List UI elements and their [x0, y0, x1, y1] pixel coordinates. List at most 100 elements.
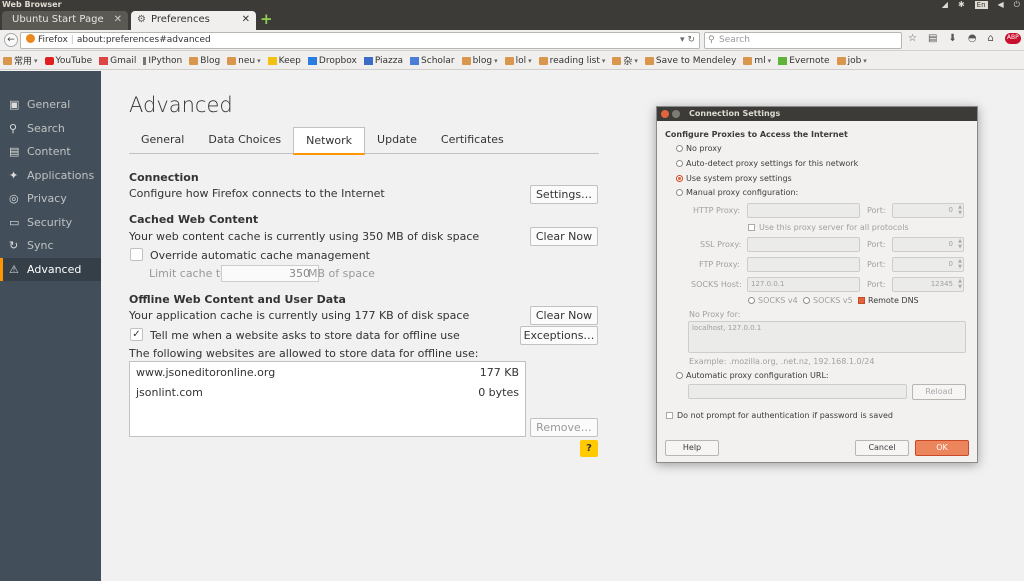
bookmark-label: reading list: [549, 55, 600, 66]
bookmark-item[interactable]: Evernote: [778, 56, 830, 66]
tab-preferences[interactable]: ⚙ Preferences ✕: [131, 11, 256, 30]
bookmark-item[interactable]: ml ▾: [743, 56, 771, 66]
bookmark-item[interactable]: neu ▾: [227, 56, 261, 66]
bookmark-item[interactable]: Scholar: [410, 56, 455, 66]
adblock-icon[interactable]: ABP: [1004, 33, 1021, 44]
override-cache-checkbox[interactable]: [130, 248, 143, 261]
list-item[interactable]: jsonlint.com 0 bytes: [130, 383, 525, 403]
url-bar[interactable]: Firefox | about:preferences#advanced ▾ ↻: [20, 32, 700, 49]
clear-cache-button[interactable]: Clear Now: [530, 227, 598, 246]
bookmark-item[interactable]: Blog: [189, 56, 220, 66]
tab-update[interactable]: Update: [365, 127, 429, 154]
clear-offline-button[interactable]: Clear Now: [530, 306, 598, 325]
reading-list-icon[interactable]: ▤: [928, 33, 937, 44]
close-icon[interactable]: [661, 110, 669, 118]
sidebar-item-sync[interactable]: ↻ Sync: [0, 234, 101, 257]
ssl-port-input[interactable]: 0 ▲ ▼: [892, 237, 964, 252]
socks-port-input[interactable]: 12345 ▲ ▼: [892, 277, 964, 292]
bookmark-item[interactable]: lol ▾: [504, 56, 532, 66]
remove-button[interactable]: Remove…: [530, 418, 598, 437]
bookmark-item[interactable]: 杂 ▾: [612, 54, 638, 67]
pocket-icon[interactable]: ◓: [968, 33, 977, 44]
bookmark-item[interactable]: Dropbox: [307, 56, 357, 66]
system-proxy-radio[interactable]: [676, 175, 683, 182]
ok-button[interactable]: OK: [915, 440, 969, 456]
cache-heading: Cached Web Content: [129, 213, 259, 226]
dropdown-icon[interactable]: ▾: [680, 35, 685, 45]
http-proxy-input[interactable]: [747, 203, 860, 218]
bookmark-item[interactable]: IPython: [143, 56, 182, 66]
offline-sites-list[interactable]: www.jsoneditoronline.org 177 KB jsonlint…: [129, 361, 526, 437]
sidebar-item-applications[interactable]: ✦ Applications: [0, 164, 101, 187]
ssl-proxy-input[interactable]: [747, 237, 860, 252]
bookmark-item[interactable]: job ▾: [836, 56, 867, 66]
search-input[interactable]: ⚲ Search: [704, 32, 902, 49]
no-prompt-checkbox[interactable]: [666, 412, 673, 419]
back-button[interactable]: ←: [4, 33, 18, 47]
no-proxy-for-input[interactable]: localhost, 127.0.0.1: [688, 321, 966, 353]
spinner-icon[interactable]: ▲ ▼: [958, 258, 962, 270]
auto-url-radio[interactable]: [676, 372, 683, 379]
auto-url-input[interactable]: [688, 384, 907, 399]
sidebar-item-search[interactable]: ⚲ Search: [0, 117, 101, 140]
new-tab-icon[interactable]: +: [260, 12, 273, 27]
sidebar-item-security[interactable]: ▭ Security: [0, 211, 101, 234]
folder-icon: [461, 56, 471, 65]
home-icon[interactable]: ⌂: [988, 33, 994, 44]
no-proxy-radio[interactable]: [676, 145, 683, 152]
volume-icon[interactable]: ◀: [998, 0, 1004, 9]
tab-network[interactable]: Network: [293, 127, 366, 155]
pz-icon: [363, 56, 373, 65]
spinner-icon[interactable]: ▲ ▼: [958, 204, 962, 216]
connection-settings-button[interactable]: Settings…: [530, 185, 598, 204]
preferences-sidebar: ▣ General ⚲ Search ▤ Content ✦ Applications …: [0, 71, 101, 581]
socks-v5-radio[interactable]: [803, 297, 810, 304]
list-item[interactable]: www.jsoneditoronline.org 177 KB: [130, 363, 525, 383]
manual-proxy-radio[interactable]: [676, 189, 683, 196]
sidebar-item-privacy[interactable]: ◎ Privacy: [0, 187, 101, 210]
cancel-button[interactable]: Cancel: [855, 440, 909, 456]
power-icon[interactable]: ⏻: [1014, 0, 1020, 9]
sidebar-item-content[interactable]: ▤ Content: [0, 140, 101, 163]
tab-data-choices[interactable]: Data Choices: [196, 127, 293, 154]
bookmark-item[interactable]: 常用 ▾: [3, 54, 38, 67]
sidebar-item-advanced[interactable]: ⚠ Advanced: [0, 258, 101, 281]
bookmark-item[interactable]: blog ▾: [461, 56, 498, 66]
bookmark-star-icon[interactable]: ☆: [908, 33, 917, 44]
socks-v4-radio[interactable]: [748, 297, 755, 304]
remote-dns-checkbox[interactable]: [858, 297, 865, 304]
reload-icon[interactable]: ↻: [687, 35, 695, 45]
http-port-input[interactable]: 0 ▲ ▼: [892, 203, 964, 218]
ftp-proxy-input[interactable]: [747, 257, 860, 272]
auto-detect-radio[interactable]: [676, 160, 683, 167]
sidebar-item-general[interactable]: ▣ General: [0, 93, 101, 116]
ftp-port-input[interactable]: 0 ▲ ▼: [892, 257, 964, 272]
reload-button[interactable]: Reload: [912, 384, 966, 400]
bookmark-item[interactable]: Piazza: [363, 56, 403, 66]
cache-size-input[interactable]: 350: [221, 265, 319, 282]
bookmark-item[interactable]: reading list ▾: [538, 55, 605, 66]
bookmark-item[interactable]: YouTube: [44, 56, 92, 66]
spinner-icon[interactable]: ▲ ▼: [958, 238, 962, 250]
exceptions-button[interactable]: Exceptions…: [520, 326, 598, 345]
bookmark-item[interactable]: Gmail: [99, 56, 136, 66]
help-button[interactable]: Help: [665, 440, 719, 456]
socks-host-input[interactable]: 127.0.0.1: [747, 277, 860, 292]
bookmark-item[interactable]: Keep: [267, 56, 301, 66]
bluetooth-icon[interactable]: ✱: [958, 0, 965, 9]
tab-certificates[interactable]: Certificates: [429, 127, 516, 154]
wifi-icon[interactable]: ◢: [942, 0, 948, 9]
help-button[interactable]: ?: [580, 440, 598, 457]
bookmark-item[interactable]: Save to Mendeley: [644, 56, 736, 66]
tab-ubuntu-start-page[interactable]: Ubuntu Start Page ✕: [2, 11, 128, 30]
spinner-icon[interactable]: ▲ ▼: [958, 278, 962, 290]
close-tab-icon[interactable]: ✕: [114, 11, 122, 29]
minimize-icon[interactable]: [672, 110, 680, 118]
close-tab-icon[interactable]: ✕: [242, 11, 250, 29]
same-proxy-checkbox[interactable]: [748, 224, 755, 231]
downloads-icon[interactable]: ⬇: [948, 33, 956, 44]
keyboard-layout-indicator[interactable]: En: [974, 0, 988, 9]
tab-general[interactable]: General: [129, 127, 196, 154]
sidebar-item-label: Advanced: [27, 263, 82, 276]
tell-offline-checkbox[interactable]: ✓: [130, 328, 143, 341]
